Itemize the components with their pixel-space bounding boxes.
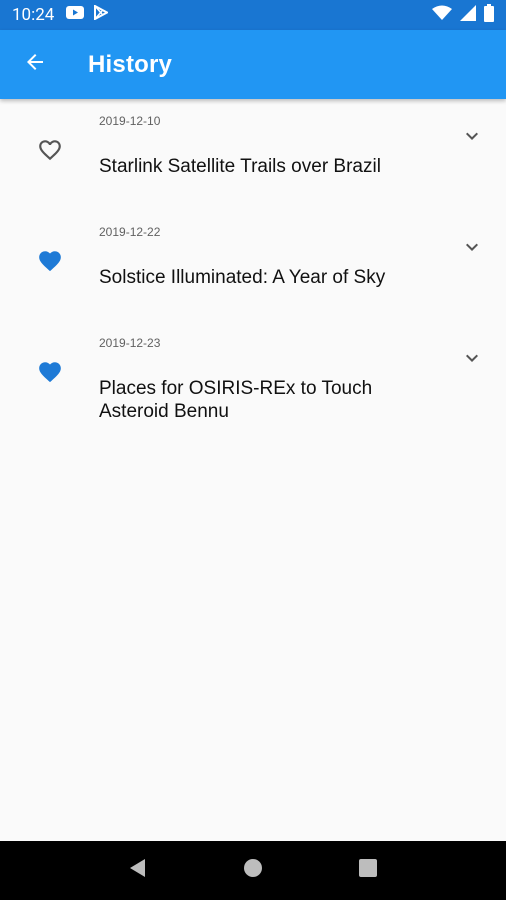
recents-square-icon xyxy=(358,858,378,883)
heart-filled-icon[interactable] xyxy=(35,246,65,276)
item-title: Solstice Illuminated: A Year of Sky xyxy=(99,267,386,288)
item-date: 2019-12-23 xyxy=(99,336,161,350)
wifi-icon xyxy=(432,5,452,26)
chevron-down-icon[interactable] xyxy=(460,235,484,259)
signal-icon xyxy=(460,4,476,26)
back-triangle-icon xyxy=(128,858,148,883)
chevron-down-icon[interactable] xyxy=(460,346,484,370)
app-bar: History xyxy=(0,30,506,99)
status-left-icons xyxy=(66,4,110,25)
list-item[interactable]: 2019-12-22 Solstice Illuminated: A Year … xyxy=(0,210,506,321)
item-title: Places for OSIRIS-REx to Touch Asteroid … xyxy=(99,378,373,422)
arrow-back-icon xyxy=(23,50,47,79)
list-item[interactable]: 2019-12-10 Starlink Satellite Trails ove… xyxy=(0,99,506,210)
item-date: 2019-12-10 xyxy=(99,114,161,128)
item-date: 2019-12-22 xyxy=(99,225,161,239)
navigation-bar xyxy=(0,841,506,900)
history-list: 2019-12-10 Starlink Satellite Trails ove… xyxy=(0,99,506,841)
heart-filled-icon[interactable] xyxy=(35,357,65,387)
list-item[interactable]: 2019-12-23 Places for OSIRIS-REx to Touc… xyxy=(0,321,506,432)
back-button[interactable] xyxy=(0,30,70,99)
play-store-icon xyxy=(94,4,110,25)
chevron-down-icon[interactable] xyxy=(460,124,484,148)
youtube-icon xyxy=(66,6,85,24)
nav-back-button[interactable] xyxy=(118,851,158,891)
battery-icon xyxy=(484,3,494,27)
home-circle-icon xyxy=(243,858,263,883)
heart-outline-icon[interactable] xyxy=(35,135,65,165)
status-right-icons xyxy=(432,3,494,27)
item-title: Starlink Satellite Trails over Brazil xyxy=(99,156,381,177)
page-title: History xyxy=(88,50,173,78)
status-bar: 10:24 xyxy=(0,0,506,30)
nav-home-button[interactable] xyxy=(233,851,273,891)
nav-recents-button[interactable] xyxy=(348,851,388,891)
status-time: 10:24 xyxy=(12,5,55,25)
